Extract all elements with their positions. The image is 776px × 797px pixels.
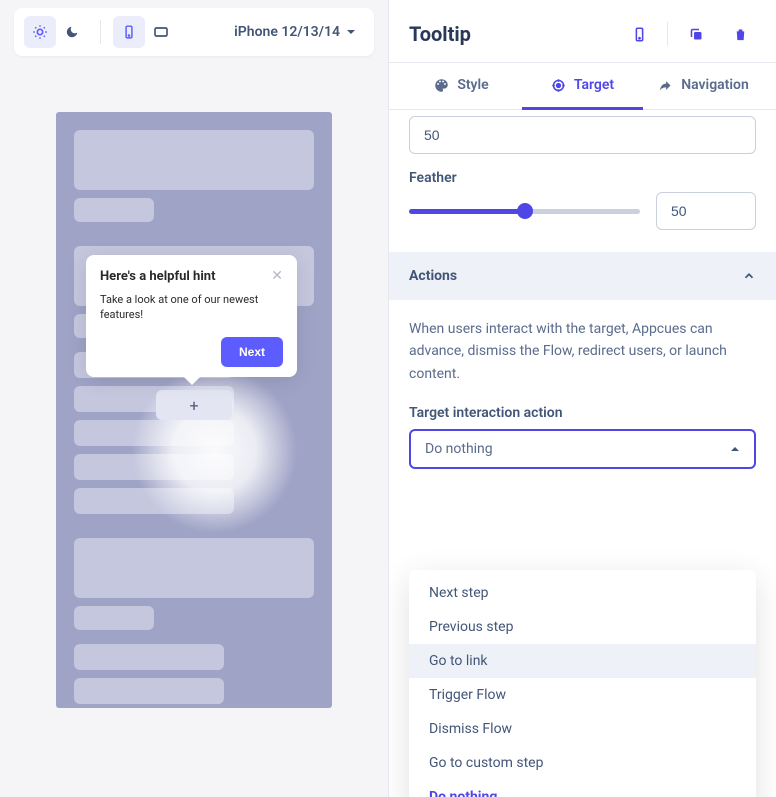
palette-icon	[434, 78, 449, 93]
dropdown-option-previous-step[interactable]: Previous step	[409, 610, 756, 644]
mockup-block	[74, 454, 234, 480]
preview-device-button[interactable]	[623, 18, 655, 50]
delete-button[interactable]	[724, 18, 756, 50]
preview-toolbar: iPhone 12/13/14	[14, 8, 374, 56]
phone-icon	[632, 27, 647, 42]
actions-section-content: When users interact with the target, App…	[389, 300, 776, 487]
interaction-action-label: Target interaction action	[409, 405, 756, 421]
dropdown-option-next-step[interactable]: Next step	[409, 576, 756, 610]
mockup-block	[74, 538, 314, 598]
actions-section-title: Actions	[409, 268, 457, 284]
mockup-block	[74, 198, 154, 222]
tablet-icon	[153, 24, 169, 40]
tablet-device-button[interactable]	[145, 16, 177, 48]
close-icon: ✕	[271, 268, 283, 284]
select-value: Do nothing	[425, 441, 493, 457]
feather-input[interactable]	[656, 192, 756, 230]
mockup-block	[74, 644, 224, 670]
tooltip-title: Here's a helpful hint	[100, 269, 215, 284]
device-selector[interactable]: iPhone 12/13/14	[226, 20, 364, 44]
chevron-up-icon	[742, 269, 756, 283]
mockup-block	[74, 606, 154, 630]
editor-panel: Tooltip Style	[388, 0, 776, 797]
tooltip-body: Take a look at one of our newest feature…	[100, 292, 283, 323]
header-divider	[667, 22, 668, 46]
mockup-block	[74, 420, 234, 446]
mockup-block	[74, 488, 234, 514]
caret-up-icon	[730, 444, 740, 454]
tab-navigation[interactable]: Navigation	[643, 63, 764, 110]
tab-style[interactable]: Style	[401, 63, 522, 110]
plus-icon: +	[189, 396, 198, 415]
mockup-block	[74, 130, 314, 190]
mobile-device-button[interactable]	[113, 16, 145, 48]
editor-title: Tooltip	[409, 22, 611, 46]
toolbar-divider	[100, 20, 101, 44]
share-icon	[658, 78, 673, 93]
phone-icon	[122, 25, 136, 39]
phone-mockup: + Here's a helpful hint ✕ Take a look at…	[56, 112, 332, 708]
editor-body: Feather Actions When users interact with…	[389, 110, 776, 797]
mockup-block	[74, 678, 224, 704]
tooltip-next-button[interactable]: Next	[221, 337, 283, 367]
preview-stage: + Here's a helpful hint ✕ Take a look at…	[0, 64, 388, 797]
preview-panel: iPhone 12/13/14	[0, 0, 388, 797]
tooltip-close-button[interactable]: ✕	[271, 269, 283, 283]
interaction-action-select[interactable]: Do nothing	[409, 429, 756, 469]
dark-mode-button[interactable]	[56, 16, 88, 48]
device-label: iPhone 12/13/14	[234, 24, 340, 40]
theme-toggle-group	[24, 16, 88, 48]
tooltip-popup: Here's a helpful hint ✕ Take a look at o…	[86, 255, 297, 377]
dropdown-option-go-to-link[interactable]: Go to link	[409, 644, 756, 678]
moon-icon	[65, 25, 79, 39]
dropdown-option-trigger-flow[interactable]: Trigger Flow	[409, 678, 756, 712]
size-input[interactable]	[409, 116, 756, 154]
tooltip-target[interactable]: +	[156, 390, 232, 420]
light-mode-button[interactable]	[24, 16, 56, 48]
dropdown-option-custom-step[interactable]: Go to custom step	[409, 746, 756, 780]
duplicate-button[interactable]	[680, 18, 712, 50]
dropdown-option-do-nothing[interactable]: Do nothing	[409, 780, 756, 797]
copy-icon	[689, 27, 704, 42]
editor-header: Tooltip	[389, 0, 776, 63]
editor-tabs: Style Target Navigation	[389, 63, 776, 110]
tab-navigation-label: Navigation	[681, 77, 749, 93]
chevron-down-icon	[346, 27, 356, 37]
device-toggle-group	[113, 16, 177, 48]
target-icon	[551, 78, 566, 93]
tab-style-label: Style	[457, 77, 488, 93]
interaction-action-dropdown: Next step Previous step Go to link Trigg…	[409, 570, 756, 797]
dropdown-option-dismiss-flow[interactable]: Dismiss Flow	[409, 712, 756, 746]
actions-description: When users interact with the target, App…	[409, 318, 756, 385]
sun-icon	[32, 24, 48, 40]
trash-icon	[733, 27, 748, 42]
tab-target[interactable]: Target	[522, 63, 643, 110]
feather-label: Feather	[409, 170, 756, 186]
actions-section-header[interactable]: Actions	[389, 252, 776, 300]
tab-target-label: Target	[574, 77, 614, 93]
feather-slider[interactable]	[409, 209, 640, 214]
